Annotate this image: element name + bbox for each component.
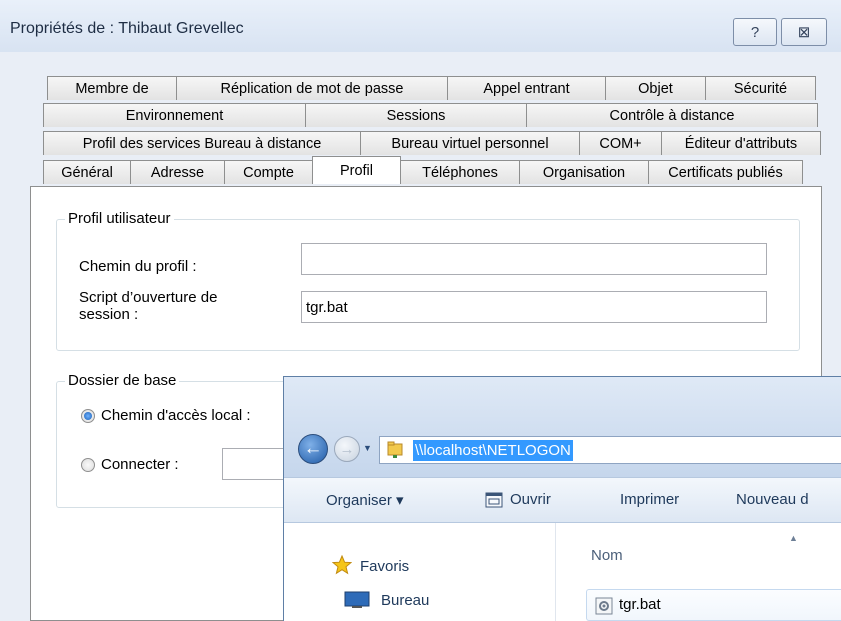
tab-controle-distance[interactable]: Contrôle à distance [526,103,818,127]
tab-row-4: Général Adresse Compte Profil Téléphones… [43,156,803,184]
explorer-body: Favoris Bureau Nom ▲ tgr.bat [284,523,841,621]
help-button[interactable]: ? [733,18,777,46]
help-icon: ? [750,23,760,41]
pane-separator[interactable] [555,523,556,621]
explorer-header: ← → ▼ \\localhost\NETLOGON [284,377,841,477]
connect-radio[interactable] [81,458,95,472]
forward-button[interactable]: → [334,436,360,462]
address-bar[interactable]: \\localhost\NETLOGON [379,436,841,464]
connect-label: Connecter : [101,456,179,473]
forward-arrow-icon: → [339,440,355,458]
tab-row-2: Environnement Sessions Contrôle à distan… [43,103,818,127]
column-header-name[interactable]: Nom [591,547,623,564]
profile-path-label: Chemin du profil : [79,258,197,275]
close-button[interactable]: ⊠ [781,18,827,46]
logon-script-label-1: Script d’ouverture de [79,289,218,306]
close-icon: ⊠ [797,24,811,41]
desktop-icon [344,591,370,608]
tab-adresse[interactable]: Adresse [130,160,225,184]
tab-sessions[interactable]: Sessions [305,103,527,127]
new-button[interactable]: Nouveau d [736,491,809,508]
logon-script-label-2: session : [79,306,139,323]
local-path-label: Chemin d'accès local : [101,407,251,424]
dialog-title: Propriétés de : Thibaut Grevellec [10,20,244,37]
tab-certificats[interactable]: Certificats publiés [648,160,803,184]
home-folder-group-label: Dossier de base [65,372,180,389]
tab-compte[interactable]: Compte [224,160,313,184]
tab-replication[interactable]: Réplication de mot de passe [176,76,448,100]
star-icon [332,555,352,575]
batch-file-icon [595,597,613,615]
tab-profil-rds[interactable]: Profil des services Bureau à distance [43,131,361,155]
file-name: tgr.bat [619,596,661,613]
back-button[interactable]: ← [298,434,328,464]
tab-environnement[interactable]: Environnement [43,103,306,127]
network-folder-icon [387,441,403,458]
logon-script-field[interactable]: tgr.bat [301,291,767,323]
open-button[interactable]: Ouvrir [510,491,551,508]
profile-group-label: Profil utilisateur [65,210,174,227]
local-path-radio[interactable] [81,409,95,423]
tab-editeur-attributs[interactable]: Éditeur d'attributs [661,131,821,155]
organize-button[interactable]: Organiser ▾ [326,491,404,509]
tab-organisation[interactable]: Organisation [519,160,649,184]
explorer-window: ← → ▼ \\localhost\NETLOGON Organiser ▾ O… [283,376,841,621]
profile-path-field[interactable] [301,243,767,275]
tab-general[interactable]: Général [43,160,131,184]
profile-group: Profil utilisateur [56,210,800,351]
tab-com-plus[interactable]: COM+ [579,131,662,155]
address-text[interactable]: \\localhost\NETLOGON [413,440,573,461]
nav-favorites[interactable]: Favoris [360,558,409,575]
explorer-toolbar: Organiser ▾ Ouvrir Imprimer Nouveau d [284,477,841,523]
nav-desktop[interactable]: Bureau [381,592,429,609]
tab-profil[interactable]: Profil [312,156,401,184]
tab-telephones[interactable]: Téléphones [400,160,520,184]
print-button[interactable]: Imprimer [620,491,679,508]
tab-bureau-virtuel[interactable]: Bureau virtuel personnel [360,131,580,155]
back-arrow-icon: ← [303,438,323,459]
recent-pages-dropdown-icon[interactable]: ▼ [363,443,372,453]
tab-objet[interactable]: Objet [605,76,706,100]
sort-ascending-icon: ▲ [789,533,798,543]
tab-appel-entrant[interactable]: Appel entrant [447,76,606,100]
open-icon [485,492,503,508]
tab-row-1: Membre de Réplication de mot de passe Ap… [47,76,816,100]
tab-membre-de[interactable]: Membre de [47,76,177,100]
tab-row-3: Profil des services Bureau à distance Bu… [43,131,821,155]
file-row[interactable]: tgr.bat [586,589,841,621]
dialog-titlebar: Propriétés de : Thibaut Grevellec ? ⊠ [0,0,841,52]
tab-securite[interactable]: Sécurité [705,76,816,100]
